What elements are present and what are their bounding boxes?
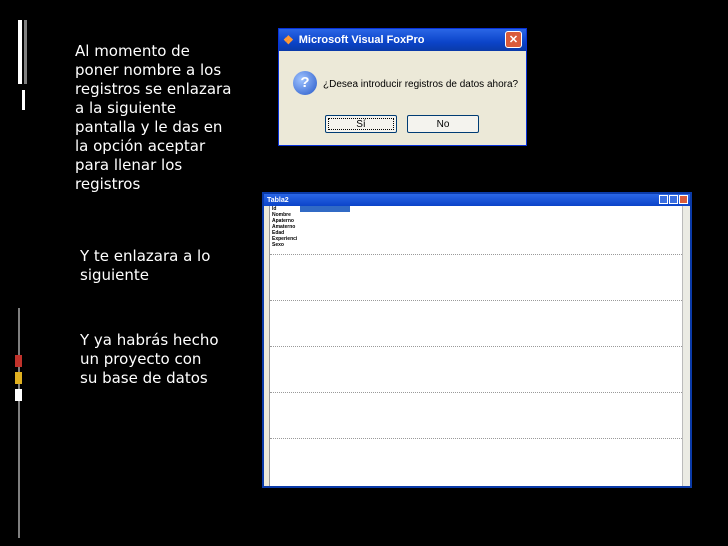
- foxpro-icon: ❖: [283, 33, 294, 47]
- table-titlebar: Tabla2: [264, 194, 690, 206]
- accent-block-yellow: [15, 372, 22, 384]
- table-title: Tabla2: [267, 196, 289, 204]
- dialog-titlebar: ❖ Microsoft Visual FoxPro ✕: [279, 29, 526, 51]
- accent-block-red: [15, 355, 22, 367]
- minimize-button[interactable]: [659, 195, 668, 204]
- close-button[interactable]: ✕: [505, 31, 522, 48]
- vertical-scrollbar[interactable]: [682, 206, 690, 486]
- dialog-title: Microsoft Visual FoxPro: [298, 34, 425, 46]
- record-separator: [270, 254, 682, 255]
- field-label: Sexo: [272, 242, 284, 248]
- slide-paragraph-3: Y ya habrás hecho un proyecto con su bas…: [80, 331, 219, 387]
- no-button[interactable]: No: [407, 115, 479, 133]
- yes-button[interactable]: Sí: [325, 115, 397, 133]
- dialog-message: ¿Desea introducir registros de datos aho…: [323, 79, 519, 90]
- question-icon: ?: [293, 71, 317, 95]
- record-separator: [270, 438, 682, 439]
- slide-paragraph-2: Y te enlazara a lo siguiente: [80, 247, 211, 284]
- accent-block: [15, 389, 22, 401]
- field-input[interactable]: [300, 206, 350, 212]
- record-separator: [270, 346, 682, 347]
- field-list: Id Nombre Apaterno Amaterno Edad Experie…: [272, 206, 297, 248]
- maximize-button[interactable]: [669, 195, 678, 204]
- table-window: Tabla2 Id Nombre Apaterno Amaterno Edad …: [262, 192, 692, 488]
- record-separator: [270, 300, 682, 301]
- close-icon: ✕: [508, 34, 519, 46]
- foxpro-dialog: ❖ Microsoft Visual FoxPro ✕ ? ¿Desea int…: [278, 28, 527, 146]
- window-controls: [659, 195, 688, 204]
- close-button[interactable]: [679, 195, 688, 204]
- record-separator: [270, 392, 682, 393]
- accent-bar: [18, 308, 20, 538]
- accent-bar: [24, 20, 27, 84]
- slide-paragraph-1: Al momento de poner nombre a los registr…: [75, 42, 232, 193]
- accent-bar: [18, 20, 22, 84]
- accent-bar: [22, 90, 25, 110]
